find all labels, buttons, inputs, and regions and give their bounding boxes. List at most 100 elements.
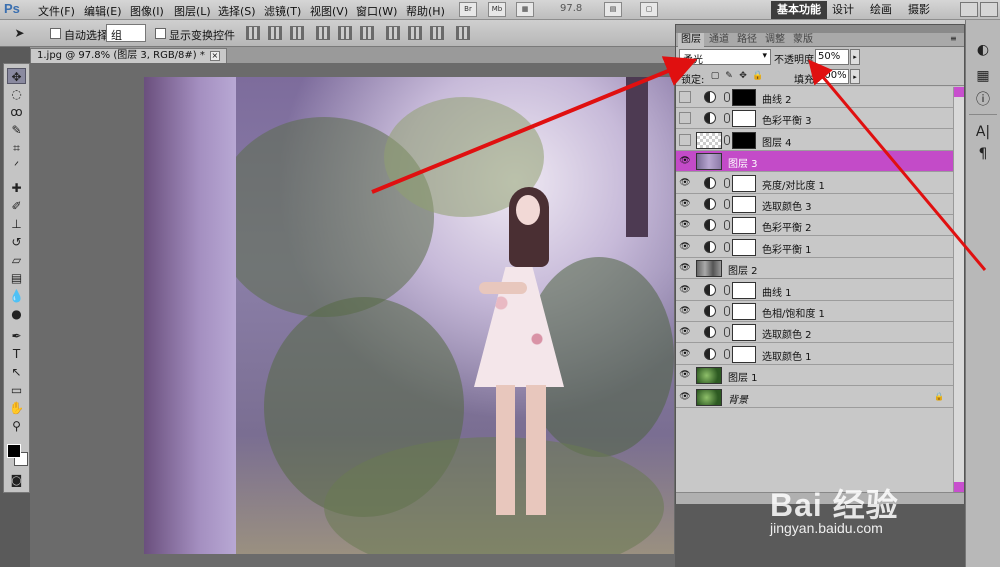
layer-thumbnail[interactable] [696, 388, 722, 406]
visibility-toggle[interactable] [679, 112, 691, 125]
visibility-toggle[interactable] [679, 91, 691, 103]
swatches-panel-icon[interactable]: ▦ [973, 66, 993, 86]
eraser-tool-icon[interactable]: ▱ [7, 252, 26, 268]
tab-masks[interactable]: 蒙版 [790, 33, 816, 47]
link-icon[interactable] [724, 134, 730, 145]
layer-row[interactable]: 👁 图层 1 [676, 365, 953, 387]
eye-icon[interactable]: 👁 [679, 177, 691, 189]
gradient-tool-icon[interactable]: ▤ [7, 270, 26, 286]
canvas-area[interactable] [30, 63, 675, 567]
layer-mask-thumbnail[interactable] [732, 324, 756, 342]
layer-row[interactable]: 图层 4 [676, 130, 953, 151]
view-extras-icon[interactable]: ▦ [516, 2, 534, 17]
layer-mask-thumbnail[interactable] [732, 131, 756, 149]
menu-select[interactable]: 选择(S) [218, 3, 256, 19]
layer-mask-thumbnail[interactable] [732, 196, 756, 213]
fill-input[interactable]: 100% [815, 69, 849, 84]
eye-icon[interactable]: 👁 [679, 155, 691, 167]
link-icon[interactable] [724, 199, 730, 209]
panel-menu-icon[interactable]: ≡ [950, 35, 960, 44]
type-tool-icon[interactable]: T [7, 346, 26, 362]
document-tab[interactable]: 1.jpg @ 97.8% (图层 3, RGB/8#) * × [30, 48, 227, 63]
link-icon[interactable] [724, 177, 730, 188]
align-bottom-icon[interactable] [290, 26, 304, 40]
layer-thumbnail[interactable] [696, 131, 722, 149]
layer-row[interactable]: 👁 色彩平衡 2 [676, 215, 953, 237]
layer-row[interactable]: 👁 图层 3 [676, 151, 953, 173]
lock-position-icon[interactable]: ✥ [738, 71, 748, 81]
auto-select-checkbox[interactable] [50, 28, 61, 39]
menu-window[interactable]: 窗口(W) [356, 3, 397, 19]
scroll-up-icon[interactable] [954, 87, 964, 97]
link-icon[interactable] [724, 348, 730, 359]
auto-align-icon[interactable] [456, 26, 470, 40]
marquee-tool-icon[interactable]: ◌ [7, 86, 26, 102]
blend-mode-select[interactable]: 柔光 [679, 49, 771, 66]
paragraph-panel-icon[interactable]: ¶ [973, 144, 993, 164]
layer-row[interactable]: 曲线 2 [676, 87, 953, 108]
show-transform-checkbox[interactable] [155, 28, 166, 39]
minimize-icon[interactable] [960, 2, 978, 17]
align-left-icon[interactable] [316, 26, 330, 40]
menu-filter[interactable]: 滤镜(T) [264, 3, 301, 19]
distribute-top-icon[interactable] [386, 26, 400, 40]
auto-select-dropdown[interactable]: 组 [106, 24, 146, 42]
workspace-painting[interactable]: 绘画 [864, 1, 898, 19]
link-icon[interactable] [724, 327, 730, 338]
layer-row[interactable]: 👁 亮度/对比度 1 [676, 173, 953, 194]
layer-row[interactable]: 👁 背景 🔒 [676, 387, 953, 408]
layers-scrollbar[interactable] [953, 87, 964, 492]
eye-icon[interactable]: 👁 [679, 241, 691, 253]
tab-adjustments[interactable]: 调整 [762, 33, 788, 47]
arrange-documents-icon[interactable]: ▤ [604, 2, 622, 17]
eye-icon[interactable]: 👁 [679, 305, 691, 317]
quick-mask-icon[interactable]: ◙ [7, 472, 26, 488]
fill-slider-arrow-icon[interactable]: ▸ [850, 69, 860, 84]
link-icon[interactable] [724, 220, 730, 231]
bridge-icon[interactable]: Br [459, 2, 477, 17]
layer-row[interactable]: 👁 图层 2 [676, 258, 953, 280]
menu-help[interactable]: 帮助(H) [406, 3, 445, 19]
distribute-vcenter-icon[interactable] [408, 26, 422, 40]
layer-row[interactable]: 👁 选取颜色 2 [676, 322, 953, 344]
lock-transparency-icon[interactable]: ▢ [710, 71, 720, 81]
menu-file[interactable]: 文件(F) [38, 3, 75, 19]
close-tab-icon[interactable]: × [209, 51, 220, 61]
align-vcenter-icon[interactable] [268, 26, 282, 40]
clone-stamp-tool-icon[interactable]: ⊥ [7, 216, 26, 232]
tab-paths[interactable]: 路径 [734, 33, 760, 47]
eye-icon[interactable]: 👁 [679, 284, 691, 296]
layer-mask-thumbnail[interactable] [732, 110, 756, 128]
mini-bridge-icon[interactable]: Mb [488, 2, 506, 17]
info-panel-icon[interactable]: ⓘ [973, 90, 993, 110]
close-window-icon[interactable] [980, 2, 998, 17]
layer-row[interactable]: 👁 选取颜色 3 [676, 194, 953, 215]
screen-mode-icon[interactable]: ▢ [640, 2, 658, 17]
zoom-level[interactable]: 97.8 [560, 3, 582, 14]
opacity-slider-arrow-icon[interactable]: ▸ [850, 49, 860, 65]
link-icon[interactable] [724, 306, 730, 316]
layer-mask-thumbnail[interactable] [732, 303, 756, 320]
tab-layers[interactable]: 图层 [678, 33, 704, 47]
foreground-color-swatch[interactable] [7, 444, 21, 458]
quick-select-tool-icon[interactable]: ✎ [7, 122, 26, 138]
color-panel-icon[interactable]: ◐ [973, 40, 993, 60]
eyedropper-tool-icon[interactable]: ᐟ [7, 158, 26, 174]
visibility-toggle[interactable] [679, 133, 691, 146]
tab-channels[interactable]: 通道 [706, 33, 732, 47]
menu-image[interactable]: 图像(I) [130, 3, 164, 19]
history-brush-tool-icon[interactable]: ↺ [7, 234, 26, 250]
layer-mask-thumbnail[interactable] [732, 174, 756, 192]
workspace-essentials[interactable]: 基本功能 [771, 1, 827, 19]
align-right-icon[interactable] [360, 26, 374, 40]
layer-thumbnail[interactable] [696, 260, 722, 278]
menu-layer[interactable]: 图层(L) [174, 3, 211, 19]
pen-tool-icon[interactable]: ✒ [7, 328, 26, 344]
eye-icon[interactable]: 👁 [679, 219, 691, 231]
workspace-design[interactable]: 设计 [826, 1, 860, 19]
document-photo[interactable] [144, 77, 674, 554]
eye-icon[interactable]: 👁 [679, 198, 691, 210]
layer-thumbnail[interactable] [696, 367, 722, 385]
eye-icon[interactable]: 👁 [679, 369, 691, 381]
layer-thumbnail[interactable] [696, 153, 722, 171]
